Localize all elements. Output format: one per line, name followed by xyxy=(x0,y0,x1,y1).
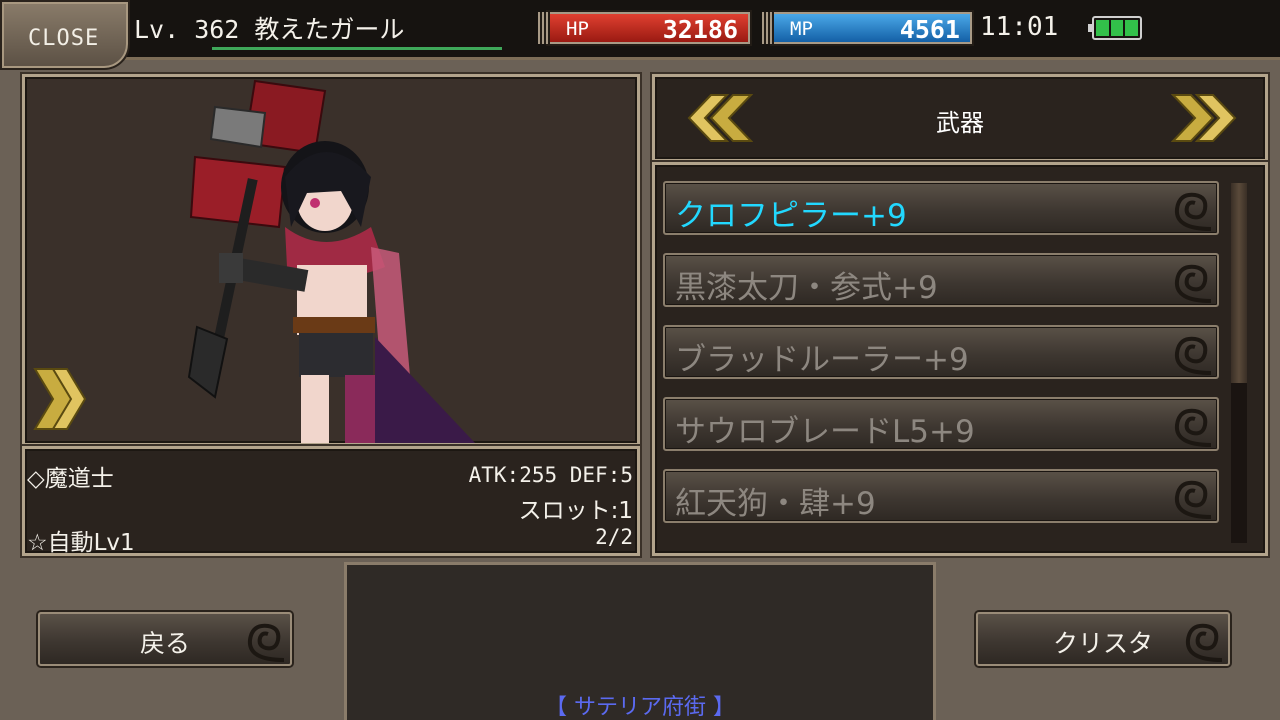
back-button[interactable]: 戻る xyxy=(38,612,292,666)
equipment-item[interactable]: 紅天狗・肆+9 xyxy=(663,469,1219,523)
message-box: 【 サテリア府街 】 xyxy=(344,562,936,720)
equipment-item[interactable]: サウロブレードL5+9 xyxy=(663,397,1219,451)
character-preview-panel xyxy=(22,74,640,446)
equipment-item[interactable]: クロフピラー+9 xyxy=(663,181,1219,235)
hp-bar: HP 32186 xyxy=(538,12,750,44)
clock: 11:01 xyxy=(980,12,1059,42)
equipment-item[interactable]: 黒漆太刀・参式+9 xyxy=(663,253,1219,307)
crysta-button[interactable]: クリスタ xyxy=(976,612,1230,666)
battery-cell xyxy=(1110,20,1124,36)
mp-value: 4561 xyxy=(899,15,960,44)
equipment-item-label: ブラッドルーラー+9 xyxy=(675,342,969,378)
auto-skill-label: ☆自動Lv1 xyxy=(27,530,135,556)
hp-label: HP xyxy=(566,18,589,40)
equipment-item-label: サウロブレードL5+9 xyxy=(675,414,975,450)
battery-cell xyxy=(1096,20,1109,36)
stats-text: ATK:255 DEF:5 xyxy=(468,463,633,487)
equipment-list: クロフピラー+9 黒漆太刀・参式+9 ブラッドルーラー+9 サウロブレードL5+… xyxy=(652,162,1268,556)
mp-bar: MP 4561 xyxy=(762,12,972,44)
character-model xyxy=(187,79,475,443)
swirl-ornament-icon xyxy=(1185,623,1223,662)
battery-cell xyxy=(1125,20,1139,36)
hp-bar-cap xyxy=(538,12,550,44)
exp-underline xyxy=(212,47,502,50)
equipment-item-label: クロフピラー+9 xyxy=(675,198,907,234)
equipment-item[interactable]: ブラッドルーラー+9 xyxy=(663,325,1219,379)
top-status-bar: Lv. 362 教えたガール HP 32186 MP 4561 11:01 xyxy=(0,0,1280,60)
slot-text: スロット:1 xyxy=(518,498,633,524)
scrollbar-thumb[interactable] xyxy=(1231,183,1247,383)
job-label: ◇魔道士 xyxy=(27,466,114,492)
swirl-ornament-icon xyxy=(1174,336,1212,375)
page-indicator: 2/2 xyxy=(595,525,633,549)
close-button[interactable]: CLOSE xyxy=(0,0,130,70)
swirl-ornament-icon xyxy=(247,623,285,662)
hp-value: 32186 xyxy=(662,15,738,44)
equipment-category-header: 武器 xyxy=(652,74,1268,162)
player-level-name: Lv. 362 教えたガール xyxy=(134,15,405,44)
equipment-item-label: 黒漆太刀・参式+9 xyxy=(675,270,938,306)
chevron-right-icon[interactable] xyxy=(1171,93,1243,143)
mp-bar-cap xyxy=(762,12,774,44)
chevron-right-icon[interactable] xyxy=(33,367,87,431)
equipment-item-label: 紅天狗・肆+9 xyxy=(675,486,876,522)
swirl-ornament-icon xyxy=(1174,264,1212,303)
close-button-label: CLOSE xyxy=(28,26,100,51)
swirl-ornament-icon xyxy=(1174,192,1212,231)
swirl-ornament-icon xyxy=(1174,480,1212,519)
battery-icon xyxy=(1088,16,1142,40)
location-name: 【 サテリア府街 】 xyxy=(545,695,735,720)
scrollbar[interactable] xyxy=(1231,183,1247,543)
character-info-panel: ◇魔道士 ATK:255 DEF:5 スロット:1 ☆自動Lv1 2/2 xyxy=(22,446,640,556)
swirl-ornament-icon xyxy=(1174,408,1212,447)
mp-label: MP xyxy=(790,18,813,40)
